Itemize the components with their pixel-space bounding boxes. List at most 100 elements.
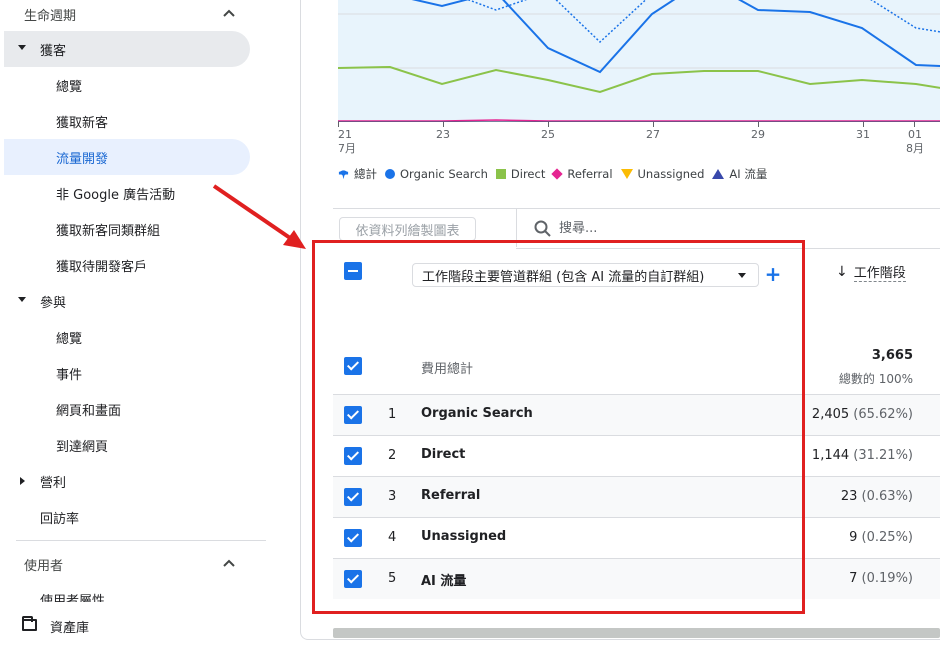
chevron-up-icon xyxy=(223,559,235,567)
sidebar-library[interactable]: 資產庫 xyxy=(0,606,300,646)
sidebar-item-label: 流量開發 xyxy=(56,151,109,167)
legend-label: Unassigned xyxy=(637,167,705,181)
sidebar-item-label: 總覽 xyxy=(56,79,83,95)
legend-label: Organic Search xyxy=(400,167,488,181)
sidebar-item-user-acquisition[interactable]: 獲取新客 xyxy=(4,103,250,139)
row-metric-value: 9 (0.25%) xyxy=(849,530,913,545)
triangle-up-marker-icon xyxy=(712,169,725,179)
folder-icon xyxy=(22,616,37,631)
sidebar-item-retention[interactable]: 回訪率 xyxy=(40,499,79,535)
x-month-label: 7月 xyxy=(338,142,356,155)
x-month-label: 8月 xyxy=(906,142,924,155)
report-card: 21 7月 23 25 27 29 31 01 8月 總計 Organic Se… xyxy=(300,0,940,640)
sidebar-item-non-google-campaigns[interactable]: 非 Google 廣告活動 xyxy=(4,175,250,211)
sidebar-item-label: 回訪率 xyxy=(40,511,80,527)
sidebar-section-user[interactable]: 使用者 xyxy=(24,546,249,582)
sort-arrow-down-icon: ↓ xyxy=(836,264,848,280)
table-row[interactable]: 4 Unassigned 9 (0.25%) xyxy=(333,517,940,558)
sidebar-item-engagement[interactable]: 參與 xyxy=(4,283,250,319)
plot-rows-button[interactable]: 依資料列繪製圖表 xyxy=(339,217,476,241)
select-all-checkbox[interactable] xyxy=(344,262,362,280)
row-metric-value: 7 (0.19%) xyxy=(849,571,913,586)
row-metric-value: 1,144 (31.21%) xyxy=(812,448,913,463)
row-index: 3 xyxy=(388,489,397,504)
chevron-up-icon xyxy=(223,9,235,17)
legend-item-total[interactable]: 總計 xyxy=(338,166,377,182)
search-input[interactable] xyxy=(559,216,759,240)
dimension-select-value: 工作階段主要管道群組 (包含 AI 流量的自訂群組) xyxy=(422,269,705,285)
sidebar-section-lifecycle[interactable]: 生命週期 xyxy=(24,0,249,32)
legend-label: AI 流量 xyxy=(729,167,768,181)
row-metric-number: 9 xyxy=(849,530,858,545)
row-dimension-value: Organic Search xyxy=(421,406,533,421)
row-checkbox[interactable] xyxy=(344,529,362,547)
add-dimension-button[interactable]: + xyxy=(763,262,783,286)
row-metric-percent: (0.63%) xyxy=(861,489,913,504)
x-tick-mark xyxy=(338,122,339,127)
row-checkbox[interactable] xyxy=(344,488,362,506)
legend-label: Direct xyxy=(510,167,546,181)
row-checkbox[interactable] xyxy=(344,447,362,465)
table-row[interactable]: 5 AI 流量 7 (0.19%) xyxy=(333,558,940,599)
sidebar-item-traffic-acquisition[interactable]: 流量開發 xyxy=(4,139,250,175)
row-checkbox[interactable] xyxy=(344,406,362,424)
row-dimension-value: Direct xyxy=(421,447,466,462)
x-tick-mark xyxy=(548,122,549,127)
sidebar-item-label: 營利 xyxy=(40,475,67,491)
row-dimension-value: AI 流量 xyxy=(421,574,467,589)
line-chart xyxy=(338,0,940,122)
caret-down-icon xyxy=(18,297,26,302)
x-axis: 21 7月 23 25 27 29 31 01 8月 xyxy=(338,122,940,155)
sidebar-item-acq-cohorts[interactable]: 獲取新客同類群組 xyxy=(4,211,250,247)
legend-item-unassigned[interactable]: Unassigned xyxy=(620,167,705,181)
row-metric-percent: (65.62%) xyxy=(853,407,913,422)
sidebar-item-acquisition[interactable]: 獲客 xyxy=(4,31,250,67)
sidebar-item-label: 獲取新客 xyxy=(56,115,109,131)
sidebar-item-label: 參與 xyxy=(40,295,67,311)
table-row[interactable]: 1 Organic Search 2,405 (65.62%) xyxy=(333,394,940,435)
caret-down-icon xyxy=(18,45,26,50)
x-tick-mark xyxy=(758,122,759,127)
sidebar-item-label: 總覽 xyxy=(56,331,83,347)
chart-legend: 總計 Organic Search Direct Referral Unassi… xyxy=(338,166,775,182)
totals-checkbox[interactable] xyxy=(344,357,362,375)
sidebar-item-user-attributes[interactable]: 使用者屬性 xyxy=(0,588,300,602)
sidebar-item-label: 事件 xyxy=(56,367,83,383)
search-icon xyxy=(534,220,551,237)
dimension-select[interactable]: 工作階段主要管道群組 (包含 AI 流量的自訂群組) xyxy=(412,263,759,287)
sidebar-item-label: 獲客 xyxy=(40,43,67,59)
row-metric-value: 23 (0.63%) xyxy=(841,489,913,504)
triangle-down-marker-icon xyxy=(620,169,633,179)
divider xyxy=(516,248,940,249)
square-marker-icon xyxy=(495,169,506,179)
horizontal-scrollbar[interactable] xyxy=(333,628,940,638)
legend-item-direct[interactable]: Direct xyxy=(495,167,546,181)
row-metric-number: 23 xyxy=(840,489,858,504)
table-row[interactable]: 2 Direct 1,144 (31.21%) xyxy=(333,435,940,476)
sidebar-item-eng-overview[interactable]: 總覽 xyxy=(4,319,250,355)
sidebar-item-acq-overview[interactable]: 總覽 xyxy=(4,67,250,103)
x-tick-label: 27 xyxy=(646,128,660,141)
sidebar-item-label: 網頁和畫面 xyxy=(56,403,122,419)
legend-item-referral[interactable]: Referral xyxy=(551,167,613,181)
diamond-marker-icon xyxy=(551,168,564,180)
row-checkbox[interactable] xyxy=(344,570,362,588)
sidebar-item-label: 獲取新客同類群組 xyxy=(56,223,161,239)
metric-header-label: 工作階段 xyxy=(853,262,906,282)
x-tick-label: 29 xyxy=(751,128,765,141)
metric-header-sessions[interactable]: ↓ 工作階段 xyxy=(836,262,906,282)
sidebar-item-lead-acquisition[interactable]: 獲取待開發客戶 xyxy=(4,247,250,283)
sidebar-item-label: 到達網頁 xyxy=(56,439,109,455)
sidebar-item-monetization[interactable]: 營利 xyxy=(4,463,250,499)
legend-item-ai-traffic[interactable]: AI 流量 xyxy=(712,166,767,182)
sidebar-item-label: 獲取待開發客戶 xyxy=(56,259,148,275)
legend-item-organic-search[interactable]: Organic Search xyxy=(385,167,488,181)
sidebar-item-events[interactable]: 事件 xyxy=(4,355,250,391)
dropdown-caret-icon xyxy=(738,273,746,278)
x-tick-label: 23 xyxy=(436,128,450,141)
sidebar-item-landing-pages[interactable]: 到達網頁 xyxy=(4,427,250,463)
row-metric-number: 7 xyxy=(849,571,858,586)
sidebar-item-pages-screens[interactable]: 網頁和畫面 xyxy=(4,391,250,427)
table-row[interactable]: 3 Referral 23 (0.63%) xyxy=(333,476,940,517)
row-index: 1 xyxy=(388,407,397,422)
